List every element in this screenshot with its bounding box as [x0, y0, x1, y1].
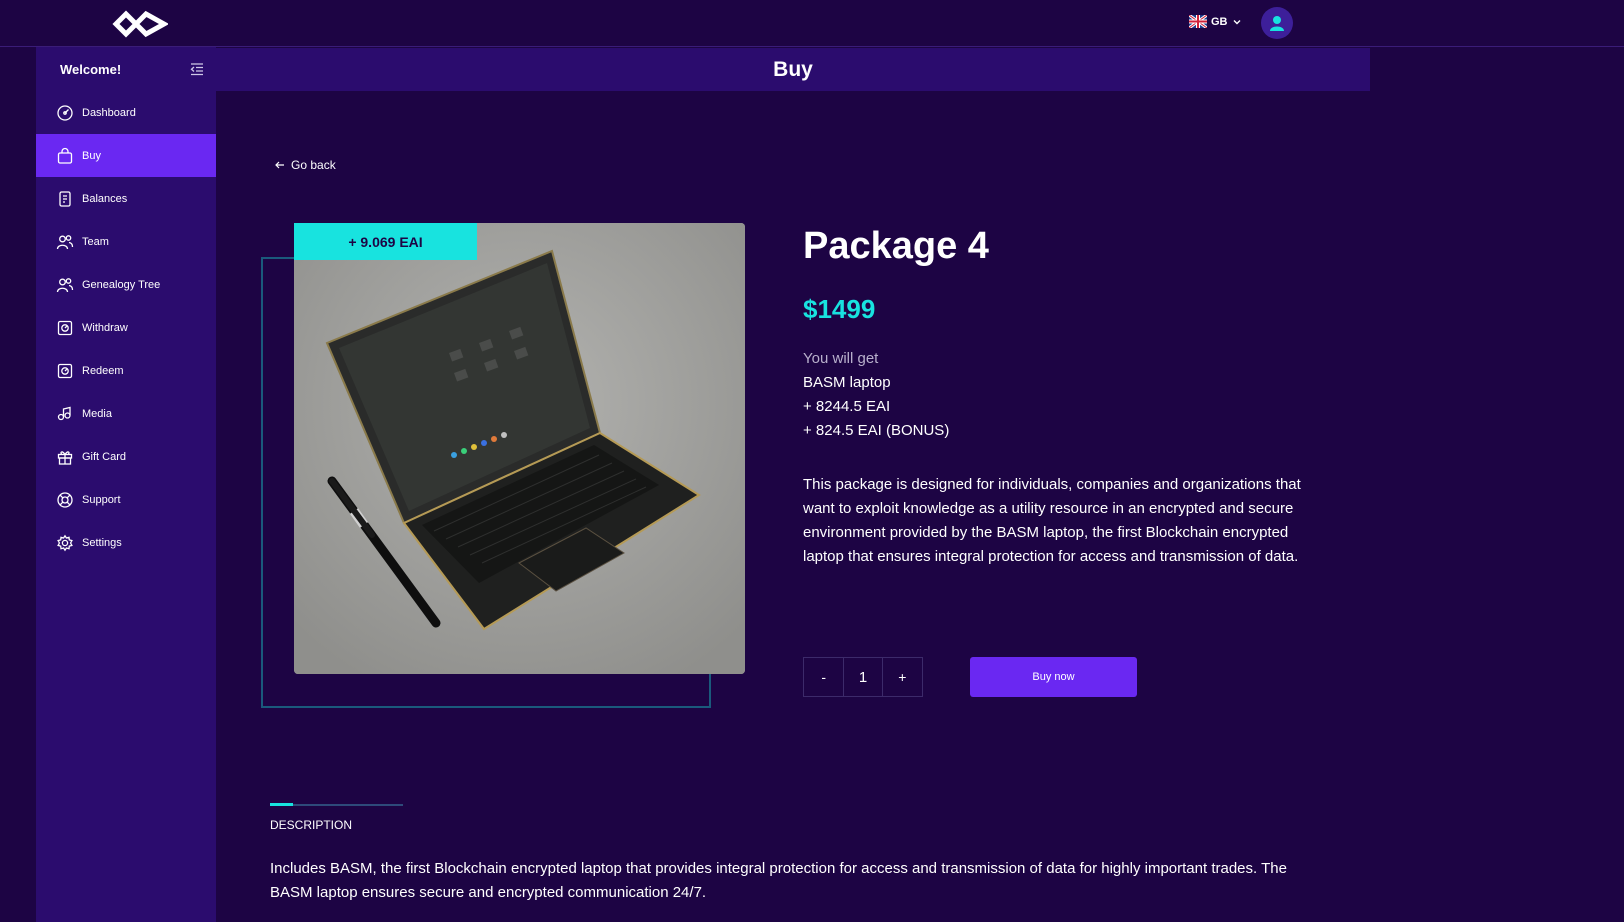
- withdraw-icon: [57, 320, 73, 335]
- product-image: [294, 223, 745, 674]
- increment-button[interactable]: +: [883, 658, 922, 696]
- user-icon: [1270, 16, 1284, 31]
- sidebar-item-gift-card[interactable]: Gift Card: [36, 435, 216, 478]
- page-title: Buy: [773, 57, 813, 81]
- redeem-icon: [57, 363, 73, 378]
- sidebar-item-label: Balances: [82, 192, 128, 205]
- uk-flag-icon: [1189, 15, 1207, 28]
- included-item: BASM laptop: [803, 374, 891, 391]
- collapse-menu-icon[interactable]: [188, 60, 206, 78]
- you-will-get-label: You will get: [803, 350, 879, 367]
- sidebar-item-label: Withdraw: [82, 321, 128, 334]
- arrow-left-icon: [275, 161, 284, 169]
- sidebar-item-balances[interactable]: Balances: [36, 177, 216, 220]
- go-back-label: Go back: [291, 158, 336, 172]
- included-item: + 8244.5 EAI: [803, 398, 891, 415]
- sidebar: Welcome! Dashboard Buy Balances Team Gen: [36, 47, 216, 922]
- shopping-bag-icon: [57, 147, 73, 164]
- go-back-link[interactable]: Go back: [274, 158, 336, 172]
- package-description: This package is designed for individuals…: [803, 476, 1301, 565]
- sidebar-header: Welcome!: [36, 47, 216, 91]
- sidebar-item-label: Buy: [82, 149, 101, 162]
- page-header: Buy: [216, 48, 1370, 91]
- sidebar-item-label: Redeem: [82, 364, 124, 377]
- sidebar-item-label: Settings: [82, 536, 122, 549]
- language-selector[interactable]: GB: [1189, 15, 1242, 28]
- sidebar-item-settings[interactable]: Settings: [36, 521, 216, 564]
- tab-description-text: Includes BASM, the first Blockchain encr…: [270, 860, 1287, 901]
- tab-indicator-track: [270, 803, 403, 806]
- media-icon: [57, 406, 71, 420]
- brand-logo[interactable]: [112, 6, 168, 42]
- support-icon: [57, 491, 73, 508]
- sidebar-item-label: Dashboard: [82, 106, 136, 119]
- decrement-button[interactable]: -: [804, 658, 843, 696]
- included-item: + 824.5 EAI (BONUS): [803, 422, 950, 439]
- buy-now-button[interactable]: Buy now: [970, 657, 1137, 697]
- sidebar-item-label: Genealogy Tree: [82, 278, 161, 291]
- top-bar: GB: [0, 0, 1624, 47]
- sidebar-item-dashboard[interactable]: Dashboard: [36, 91, 216, 134]
- package-title: Package 4: [803, 225, 989, 267]
- quantity-input[interactable]: 1: [843, 658, 883, 696]
- team-icon: [56, 234, 74, 249]
- gear-icon: [57, 534, 73, 551]
- bonus-badge: + 9.069 EAI: [294, 223, 477, 260]
- gift-icon: [57, 450, 73, 465]
- sidebar-item-support[interactable]: Support: [36, 478, 216, 521]
- sidebar-item-redeem[interactable]: Redeem: [36, 349, 216, 392]
- sidebar-item-team[interactable]: Team: [36, 220, 216, 263]
- receipt-icon: [59, 190, 71, 207]
- genealogy-icon: [56, 277, 74, 292]
- sidebar-item-label: Media: [82, 407, 112, 420]
- tab-indicator-fill: [270, 803, 293, 806]
- sidebar-item-withdraw[interactable]: Withdraw: [36, 306, 216, 349]
- quantity-stepper: - 1 +: [803, 657, 923, 697]
- laptop-illustration: [294, 223, 745, 674]
- language-code: GB: [1211, 15, 1228, 28]
- user-avatar[interactable]: [1261, 7, 1293, 39]
- sidebar-item-buy[interactable]: Buy: [36, 134, 216, 177]
- tab-description[interactable]: DESCRIPTION: [270, 818, 352, 832]
- sidebar-item-genealogy-tree[interactable]: Genealogy Tree: [36, 263, 216, 306]
- sidebar-item-label: Team: [82, 235, 109, 248]
- welcome-text: Welcome!: [60, 61, 122, 77]
- chevron-down-icon: [1233, 19, 1240, 24]
- included-items: You will get BASM laptop + 8244.5 EAI + …: [803, 347, 949, 443]
- sidebar-item-media[interactable]: Media: [36, 392, 216, 435]
- dashboard-icon: [57, 104, 73, 121]
- sidebar-item-label: Gift Card: [82, 450, 127, 463]
- package-price: $1499: [803, 294, 876, 324]
- sidebar-item-label: Support: [82, 493, 121, 506]
